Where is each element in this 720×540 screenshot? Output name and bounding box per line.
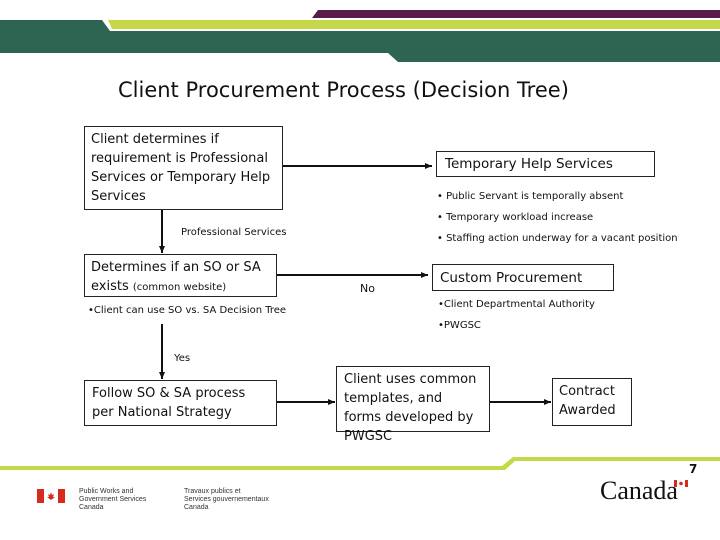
custom-bullet: •PWGSC [438, 320, 481, 331]
node-temp-help: Temporary Help Services [436, 151, 655, 177]
dept-en-line: Public Works and [79, 488, 134, 495]
node-custom-procurement: Custom Procurement [432, 264, 614, 291]
edge-label-yes: Yes [174, 353, 191, 364]
node-so-sa-content: Determines if an SO or SA exists (common… [91, 258, 270, 297]
node-contract-awarded: Contract Awarded [552, 378, 632, 426]
dept-en-line: Government Services [79, 496, 147, 503]
node-templates-text: Client uses common templates, and forms … [344, 372, 477, 444]
dept-en-line: Canada [79, 504, 104, 511]
node-follow-text: Follow SO & SA process per National Stra… [92, 386, 246, 420]
custom-bullet: •Client Departmental Authority [438, 299, 595, 310]
node-so-sa-note: (common website) [132, 282, 227, 293]
node-so-sa: Determines if an SO or SA exists (common… [84, 254, 277, 297]
edge-label-no: No [360, 282, 375, 295]
canada-wordmark: Canada [600, 476, 678, 505]
node-custom-text: Custom Procurement [440, 270, 583, 286]
edge-label-professional-services: Professional Services [181, 227, 287, 238]
so-sa-bullet: •Client can use SO vs. SA Decision Tree [88, 305, 287, 316]
canada-flag-icon [37, 489, 65, 503]
dept-fr-line: Canada [184, 504, 209, 511]
temp-help-bullet: • Temporary workload increase [437, 212, 594, 223]
node-templates: Client uses common templates, and forms … [336, 366, 490, 444]
dept-name-fr: Travaux publics et Services gouvernement… [184, 488, 269, 512]
temp-help-bullet: • Staffing action underway for a vacant … [437, 233, 678, 244]
temp-help-bullet: • Public Servant is temporally absent [437, 191, 624, 202]
node-start: Client determines if requirement is Prof… [84, 126, 283, 210]
node-start-text: Client determines if requirement is Prof… [91, 132, 271, 204]
node-awarded-text: Contract Awarded [559, 384, 616, 418]
footer-divider [0, 457, 720, 470]
dept-fr-line: Services gouvernementaux [184, 496, 269, 503]
node-temp-help-text: Temporary Help Services [445, 156, 613, 172]
dept-fr-line: Travaux publics et [184, 488, 241, 495]
page-number: 7 [689, 462, 698, 476]
node-follow: Follow SO & SA process per National Stra… [84, 380, 277, 426]
wordmark-flag-icon [674, 480, 688, 487]
dept-name-en: Public Works and Government Services Can… [79, 488, 146, 512]
